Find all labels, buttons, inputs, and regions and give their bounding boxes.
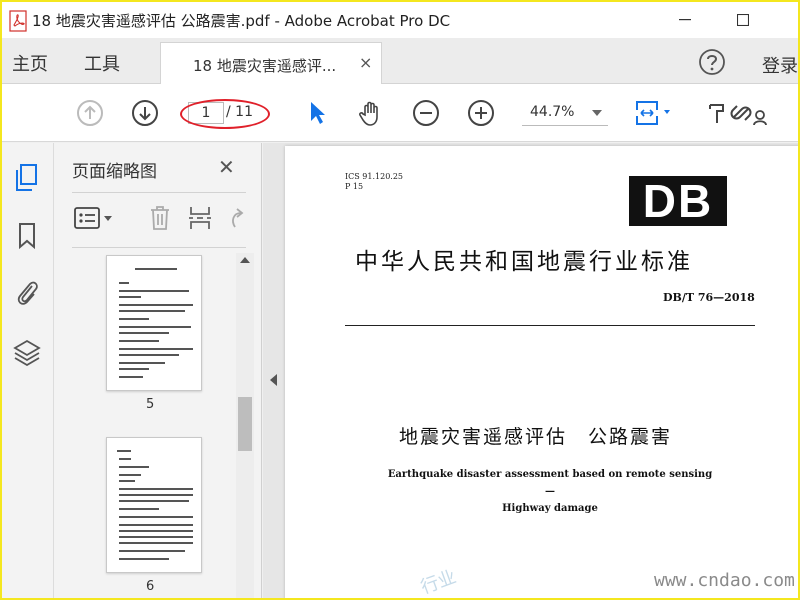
fit-page-icon bbox=[636, 101, 670, 125]
thumbnail-page-label: 5 bbox=[146, 397, 155, 412]
prev-page-button[interactable] bbox=[75, 98, 105, 128]
zoom-in-icon bbox=[468, 100, 494, 126]
page-break-icon bbox=[189, 207, 211, 229]
thumbnail-list: 5 6 bbox=[54, 249, 236, 598]
close-panel-button[interactable]: ✕ bbox=[218, 155, 235, 179]
extract-page-button[interactable] bbox=[186, 203, 214, 233]
trash-icon bbox=[151, 206, 169, 230]
thumbnail-page[interactable] bbox=[106, 255, 202, 391]
title-bar: 18 地震灾害遥感评估 公路震害.pdf - Adobe Acrobat Pro… bbox=[2, 2, 798, 38]
page-thumbnails-button[interactable] bbox=[12, 163, 42, 193]
sign-in-button[interactable]: 登录 bbox=[762, 52, 798, 78]
minimize-button[interactable] bbox=[662, 6, 708, 34]
scroll-up-icon[interactable] bbox=[240, 257, 250, 263]
arrow-down-circle-icon bbox=[132, 100, 158, 126]
acrobat-icon bbox=[9, 10, 27, 32]
english-title: Earthquake disaster assessment based on … bbox=[387, 469, 713, 514]
document-viewer[interactable]: ICS 91.120.25 P 15 DB 中华人民共和国地震行业标准 DB/T… bbox=[263, 143, 798, 598]
tab-tools[interactable]: 工具 bbox=[84, 50, 120, 76]
zoom-out-icon bbox=[413, 100, 439, 126]
select-tool-button[interactable] bbox=[302, 98, 332, 128]
navigation-rail bbox=[2, 143, 54, 598]
list-options-icon bbox=[74, 207, 112, 229]
minimize-icon bbox=[679, 19, 691, 21]
attachments-button[interactable] bbox=[12, 277, 42, 307]
standard-code: DB/T 76—2018 bbox=[663, 291, 755, 304]
next-page-button[interactable] bbox=[130, 98, 160, 128]
chevron-down-icon[interactable] bbox=[592, 110, 602, 116]
fit-page-button[interactable] bbox=[632, 98, 676, 128]
thumbnail-page-label: 6 bbox=[146, 579, 155, 594]
help-icon[interactable] bbox=[698, 48, 726, 76]
close-tab-button[interactable]: × bbox=[359, 53, 372, 72]
toolbar: 1 / 11 44.7% bbox=[2, 84, 798, 142]
pointer-icon bbox=[311, 102, 325, 124]
title-rule bbox=[345, 325, 755, 326]
rotate-icon bbox=[232, 208, 244, 228]
thumbnail-page[interactable] bbox=[106, 437, 202, 573]
delete-page-button[interactable] bbox=[146, 203, 174, 233]
sign-button[interactable] bbox=[702, 98, 732, 128]
zoom-out-button[interactable] bbox=[411, 98, 441, 128]
panel-title: 页面缩略图 bbox=[72, 162, 157, 182]
doc-tab-label: 18 地震灾害遥感评... bbox=[193, 57, 337, 75]
collapse-panel-icon[interactable] bbox=[270, 374, 277, 386]
sign-icon bbox=[709, 104, 724, 123]
arrow-up-circle-icon bbox=[77, 100, 103, 126]
rotate-page-button[interactable] bbox=[226, 203, 248, 233]
ics-code: ICS 91.120.25 P 15 bbox=[345, 172, 404, 191]
panel-divider bbox=[72, 192, 246, 193]
window-title: 18 地震灾害遥感评估 公路震害.pdf - Adobe Acrobat Pro… bbox=[32, 12, 451, 30]
pages-icon bbox=[16, 164, 37, 191]
zoom-in-button[interactable] bbox=[466, 98, 496, 128]
db-logo: DB bbox=[629, 176, 727, 226]
bookmark-icon bbox=[19, 223, 35, 250]
document-title: 地震灾害遥感评估 公路震害 bbox=[399, 426, 673, 448]
link-share-icon bbox=[730, 105, 767, 126]
hand-tool-button[interactable] bbox=[356, 98, 386, 128]
hand-icon bbox=[359, 101, 378, 126]
maximize-button[interactable] bbox=[720, 6, 766, 34]
tab-document[interactable]: 18 地震灾害遥感评... × bbox=[160, 42, 382, 85]
thumbnail-panel: 页面缩略图 ✕ 5 6 bbox=[54, 143, 262, 598]
tab-bar: 主页 工具 18 地震灾害遥感评... × 登录 bbox=[2, 38, 798, 85]
annotation-ellipse bbox=[180, 99, 270, 129]
maximize-icon bbox=[737, 14, 749, 26]
options-menu-button[interactable] bbox=[72, 203, 116, 233]
watermark-url: www.cndao.com bbox=[654, 570, 795, 591]
layers-button[interactable] bbox=[12, 337, 42, 367]
app-window: 18 地震灾害遥感评估 公路震害.pdf - Adobe Acrobat Pro… bbox=[2, 2, 798, 598]
scrollbar-thumb[interactable] bbox=[238, 397, 252, 451]
paperclip-icon bbox=[17, 281, 38, 305]
bookmarks-button[interactable] bbox=[12, 221, 42, 251]
layers-icon bbox=[13, 339, 41, 366]
standard-title: 中华人民共和国地震行业标准 bbox=[355, 249, 693, 275]
thumbnail-scrollbar[interactable] bbox=[236, 253, 254, 598]
pdf-page: ICS 91.120.25 P 15 DB 中华人民共和国地震行业标准 DB/T… bbox=[285, 146, 798, 598]
panel-divider bbox=[72, 247, 246, 248]
tab-home[interactable]: 主页 bbox=[12, 50, 48, 76]
share-link-button[interactable] bbox=[730, 98, 770, 128]
